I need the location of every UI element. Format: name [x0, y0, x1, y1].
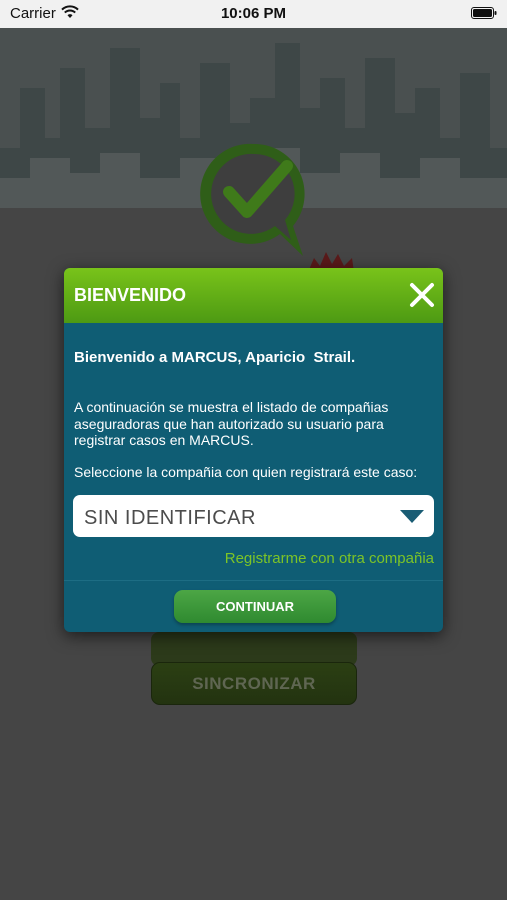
check-logo-icon [200, 143, 305, 256]
intro-text: A continuación se muestra el listado de … [74, 399, 389, 448]
close-icon[interactable] [409, 282, 435, 308]
divider [64, 580, 443, 581]
sync-button[interactable]: SINCRONIZAR [151, 662, 357, 705]
continue-button[interactable]: CONTINUAR [174, 590, 336, 623]
covered-button [151, 632, 357, 666]
welcome-dialog: BIENVENIDO Bienvenido a MARCUS, Aparicio… [64, 268, 443, 632]
company-select-value: SIN IDENTIFICAR [84, 507, 256, 529]
dialog-header: BIENVENIDO [64, 268, 443, 323]
chevron-down-icon [400, 510, 424, 523]
clock: 10:06 PM [220, 5, 287, 22]
status-bar: Carrier 10:06 PM [0, 0, 507, 28]
welcome-message: Bienvenido a MARCUS, Aparicio Strail. [74, 349, 356, 366]
company-prompt: Seleccione la compañia con quien registr… [74, 464, 418, 480]
battery-icon [471, 7, 497, 19]
dialog-title: BIENVENIDO [74, 285, 187, 305]
other-company-link[interactable]: Registrarme con otra compañia [225, 550, 434, 567]
company-select[interactable]: SIN IDENTIFICAR [73, 495, 434, 537]
